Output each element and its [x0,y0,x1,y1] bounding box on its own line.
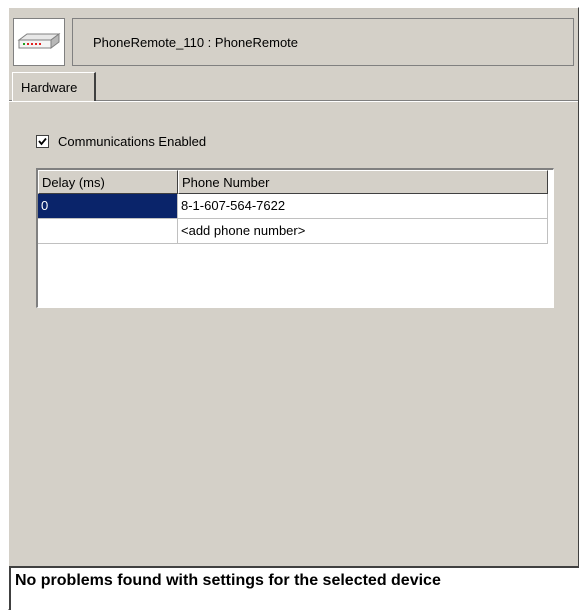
tab-hardware[interactable]: Hardware [12,72,96,101]
column-header-delay[interactable]: Delay (ms) [38,170,178,194]
grid-header: Delay (ms) Phone Number [38,170,553,194]
device-title: PhoneRemote_110 : PhoneRemote [93,35,299,50]
status-message: No problems found with settings for the … [15,572,441,589]
communications-enabled-checkbox[interactable] [36,135,49,148]
cell-phone-row-1[interactable]: 8-1-607-564-7622 [178,194,548,219]
communications-enabled-label: Communications Enabled [58,134,207,149]
device-header: PhoneRemote_110 : PhoneRemote [9,8,578,71]
status-bar: No problems found with settings for the … [9,566,579,610]
phone-number-grid: Delay (ms) Phone Number 0 8-1-607-564-76… [36,168,554,308]
checkmark-icon [38,137,47,146]
device-title-box: PhoneRemote_110 : PhoneRemote [72,18,574,66]
tab-hardware-label: Hardware [21,80,78,95]
tab-divider-highlight [9,101,578,102]
column-header-phone-number[interactable]: Phone Number [178,170,548,194]
cell-delay-row-1[interactable]: 0 [38,194,178,219]
network-device-icon [13,18,65,66]
cell-add-phone-number[interactable]: <add phone number> [178,219,548,244]
device-properties-window: PhoneRemote_110 : PhoneRemote Hardware C… [8,7,579,610]
cell-delay-row-2[interactable] [38,219,178,244]
